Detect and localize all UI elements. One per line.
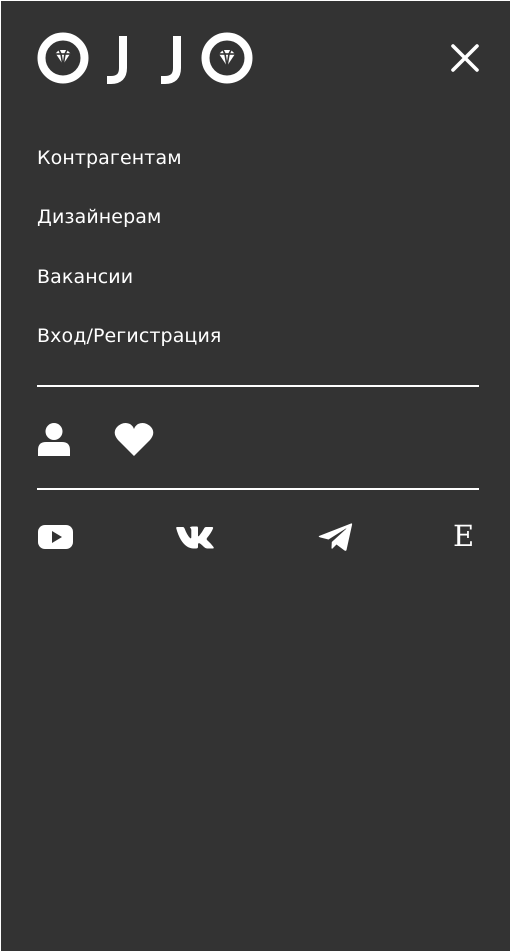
vk-link[interactable] — [176, 518, 216, 554]
telegram-icon — [318, 523, 353, 551]
vk-icon — [176, 526, 214, 549]
telegram-link[interactable] — [318, 518, 353, 554]
divider — [37, 488, 479, 490]
youtube-icon — [38, 525, 73, 549]
menu-item-vacancies[interactable]: Вакансии — [37, 260, 221, 319]
close-icon[interactable] — [450, 43, 480, 73]
e-letter-icon: E — [453, 519, 475, 553]
e-link[interactable]: E — [453, 518, 479, 554]
user-icon[interactable] — [37, 421, 73, 457]
mobile-menu-panel: Контрагентам Дизайнерам Вакансии Вход/Ре… — [1, 1, 510, 951]
menu-item-login-register[interactable]: Вход/Регистрация — [37, 319, 221, 378]
heart-icon[interactable] — [114, 421, 154, 457]
youtube-link[interactable] — [37, 518, 74, 554]
menu-item-designers[interactable]: Дизайнерам — [37, 200, 221, 259]
divider — [37, 385, 479, 387]
main-menu: Контрагентам Дизайнерам Вакансии Вход/Ре… — [37, 141, 221, 379]
menu-item-contractors[interactable]: Контрагентам — [37, 141, 221, 200]
ojjo-logo-icon[interactable] — [37, 32, 255, 84]
